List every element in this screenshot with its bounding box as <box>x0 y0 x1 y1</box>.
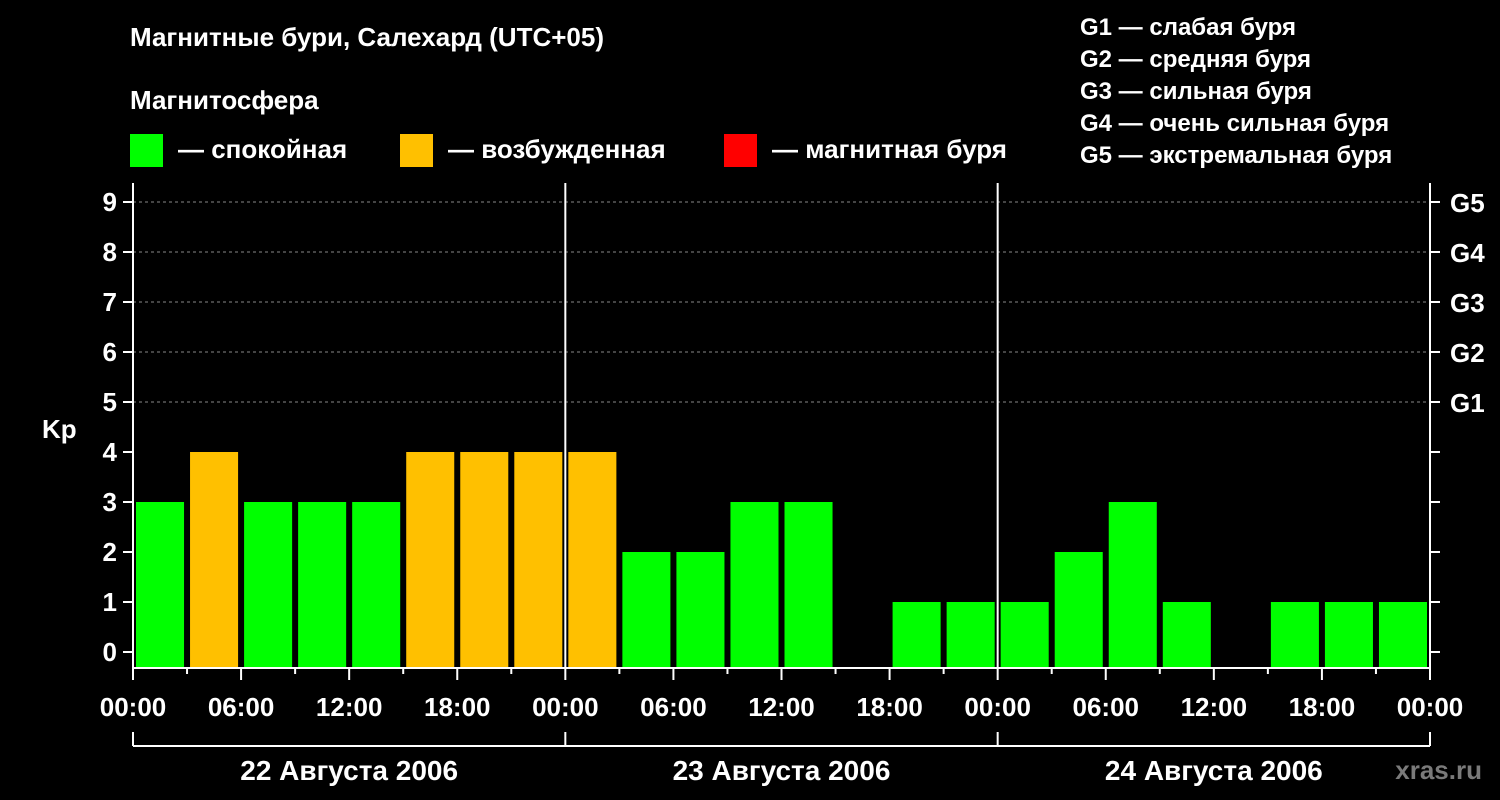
x-tick-label: 00:00 <box>100 692 167 722</box>
x-tick-label: 18:00 <box>856 692 923 722</box>
kp-bar <box>298 502 347 668</box>
g-level-label: G2 <box>1450 338 1485 368</box>
kp-bar <box>244 502 293 668</box>
kp-bar <box>1270 602 1319 668</box>
kp-bar <box>676 552 725 668</box>
g-level-label: G3 <box>1450 288 1485 318</box>
y-tick-label: 2 <box>103 537 117 567</box>
g-level-label: G5 <box>1450 188 1485 218</box>
x-tick-label: 18:00 <box>1289 692 1356 722</box>
y-tick-label: 3 <box>103 487 117 517</box>
x-tick-label: 06:00 <box>208 692 275 722</box>
y-tick-label: 1 <box>103 587 117 617</box>
day-label: 22 Августа 2006 <box>240 755 458 786</box>
kp-bar <box>1324 602 1373 668</box>
kp-bar <box>460 452 509 668</box>
x-tick-label: 12:00 <box>316 692 383 722</box>
kp-bar <box>1108 502 1157 668</box>
kp-bar <box>406 452 455 668</box>
kp-bar <box>136 502 185 668</box>
day-label: 23 Августа 2006 <box>673 755 891 786</box>
y-tick-label: 7 <box>103 287 117 317</box>
x-tick-label: 06:00 <box>1073 692 1140 722</box>
kp-bar <box>622 552 671 668</box>
kp-bar <box>892 602 941 668</box>
kp-bar <box>352 502 401 668</box>
kp-bar <box>514 452 563 668</box>
y-tick-label: 6 <box>103 337 117 367</box>
x-tick-label: 00:00 <box>1397 692 1464 722</box>
kp-bar <box>730 502 779 668</box>
source-label: xras.ru <box>1395 755 1482 785</box>
kp-bar <box>946 602 995 668</box>
x-tick-label: 18:00 <box>424 692 491 722</box>
g-level-label: G4 <box>1450 238 1485 268</box>
kp-bar <box>1162 602 1211 668</box>
y-tick-label: 0 <box>103 637 117 667</box>
y-tick-label: 9 <box>103 187 117 217</box>
x-tick-label: 00:00 <box>532 692 599 722</box>
x-tick-label: 12:00 <box>1181 692 1248 722</box>
kp-bar-chart: 0 1 2 3 4 5 6 7 8 9 G1 G2 G3 G4 G5 Kp 00:00 06:00 12:00 18:… <box>42 183 1485 786</box>
y-axis-label: Kp <box>42 414 77 444</box>
x-tick-label: 12:00 <box>748 692 815 722</box>
kp-bar <box>784 502 833 668</box>
y-tick-label: 5 <box>103 387 117 417</box>
kp-bar <box>1000 602 1049 668</box>
x-tick-label: 00:00 <box>964 692 1031 722</box>
kp-bar <box>568 452 617 668</box>
day-label: 24 Августа 2006 <box>1105 755 1323 786</box>
kp-bar <box>1378 602 1427 668</box>
y-tick-label: 4 <box>103 437 118 467</box>
kp-bar <box>190 452 239 668</box>
g-level-label: G1 <box>1450 388 1485 418</box>
y-tick-label: 8 <box>103 237 117 267</box>
x-tick-label: 06:00 <box>640 692 707 722</box>
kp-bar <box>1054 552 1103 668</box>
